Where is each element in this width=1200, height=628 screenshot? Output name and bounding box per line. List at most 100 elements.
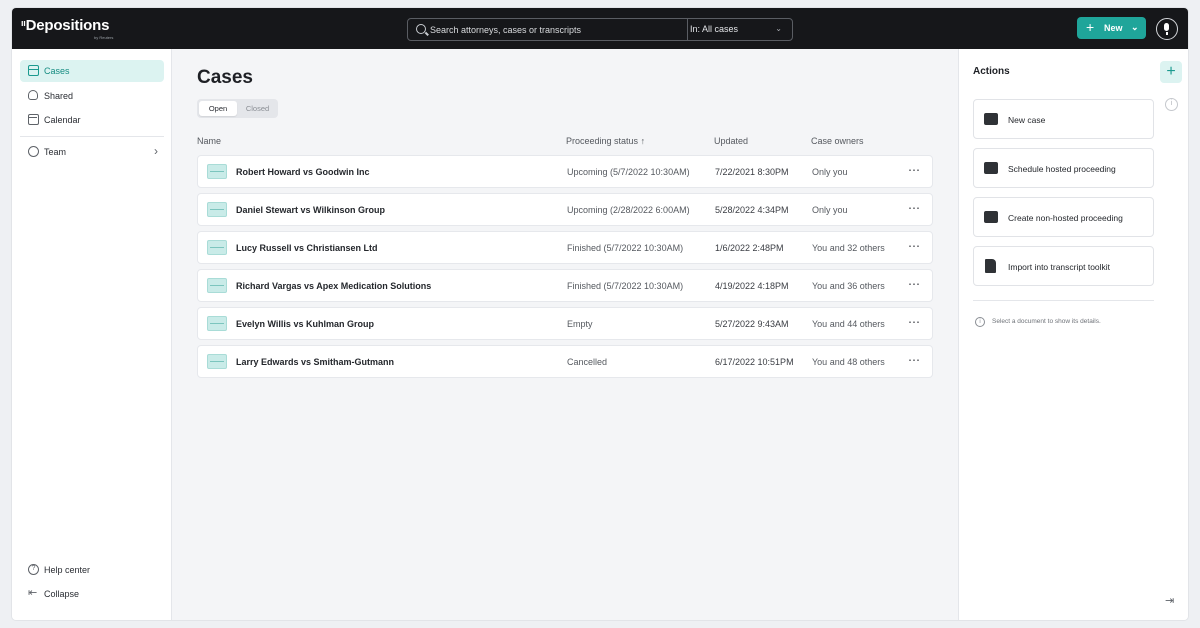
column-header-label: Proceeding status (566, 136, 639, 146)
info-icon[interactable] (1160, 93, 1182, 115)
app-logo[interactable]: ııDepositions (21, 17, 109, 34)
actions-title: Actions (973, 66, 1010, 77)
schedule-hosted-proceeding-button[interactable]: Schedule hosted proceeding (973, 148, 1154, 188)
chevron-down-icon[interactable]: ⌄ (775, 24, 782, 33)
updated-date: 5/28/2022 4:34PM (715, 205, 789, 215)
tab-closed[interactable]: Closed (239, 101, 276, 116)
user-icon (28, 90, 38, 100)
case-folder-icon (207, 354, 227, 369)
sidebar-item-label: Team (44, 147, 67, 157)
actions-panel: Actions + New case Schedule hosted proce… (958, 49, 1188, 620)
create-non-hosted-proceeding-button[interactable]: Create non-hosted proceeding (973, 197, 1154, 237)
column-header-status[interactable]: Proceeding status ↑ (566, 136, 645, 146)
page-title: Cases (197, 67, 253, 88)
proceeding-status: Cancelled (567, 357, 608, 367)
app-window: ııDepositions by Reuters In: All cases ⌄… (12, 8, 1188, 620)
table-row[interactable]: Evelyn Willis vs Kuhlman Group Empty 5/2… (197, 307, 933, 340)
case-name: Daniel Stewart vs Wilkinson Group (236, 205, 385, 215)
column-header-owners[interactable]: Case owners (811, 136, 864, 146)
proceeding-status: Upcoming (2/28/2022 6:00AM) (567, 205, 690, 215)
more-options-icon[interactable]: ⋯ (908, 239, 921, 253)
sidebar-item-label: Calendar (44, 115, 81, 125)
new-button[interactable]: + New ⌄ (1077, 17, 1146, 39)
more-options-icon[interactable]: ⋯ (908, 353, 921, 367)
more-options-icon[interactable]: ⋯ (908, 163, 921, 177)
top-bar: ııDepositions by Reuters In: All cases ⌄… (12, 8, 1188, 49)
search-bar: In: All cases ⌄ (407, 18, 793, 41)
folder-download-icon (984, 211, 998, 223)
import-transcript-button[interactable]: Import into transcript toolkit (973, 246, 1154, 286)
case-owners: Only you (812, 167, 848, 177)
column-header-updated[interactable]: Updated (714, 136, 748, 146)
case-folder-icon (207, 202, 227, 217)
case-owners: Only you (812, 205, 848, 215)
collapse-right-icon[interactable]: ⇥ (1165, 594, 1174, 607)
help-center-link[interactable]: ? Help center (20, 559, 164, 581)
chevron-right-icon: › (154, 144, 158, 158)
case-folder-icon (207, 278, 227, 293)
sidebar-item-shared[interactable]: Shared (20, 85, 164, 107)
updated-date: 5/27/2022 9:43AM (715, 319, 789, 329)
help-center-label: Help center (44, 565, 91, 575)
search-input[interactable] (430, 22, 682, 38)
chevron-down-icon: ⌄ (1131, 22, 1139, 32)
column-header-name[interactable]: Name (197, 136, 221, 146)
case-folder-icon (207, 316, 227, 331)
case-name: Larry Edwards vs Smitham-Gutmann (236, 357, 395, 367)
case-folder-icon (207, 240, 227, 255)
new-case-button[interactable]: New case (973, 99, 1154, 139)
sidebar-item-label: Cases (44, 66, 70, 76)
action-label: Schedule hosted proceeding (1008, 164, 1116, 174)
calendar-icon (28, 114, 39, 125)
microphone-icon[interactable] (1156, 18, 1178, 40)
more-options-icon[interactable]: ⋯ (908, 201, 921, 215)
updated-date: 1/6/2022 2:48PM (715, 243, 784, 253)
team-icon (28, 146, 39, 157)
search-scope-select[interactable]: In: All cases (690, 24, 738, 34)
case-name: Evelyn Willis vs Kuhlman Group (236, 319, 374, 329)
plus-icon: + (1086, 19, 1095, 35)
table-row[interactable]: Lucy Russell vs Christiansen Ltd Finishe… (197, 231, 933, 264)
case-folder-icon (207, 164, 227, 179)
case-name: Lucy Russell vs Christiansen Ltd (236, 243, 378, 253)
updated-date: 4/19/2022 4:18PM (715, 281, 789, 291)
action-label: Create non-hosted proceeding (1008, 213, 1123, 223)
cases-icon (28, 65, 39, 76)
proceeding-status: Empty (567, 319, 593, 329)
details-hint: Select a document to show its details. (992, 318, 1101, 325)
case-icon (984, 113, 998, 125)
updated-date: 7/22/2021 8:30PM (715, 167, 789, 177)
more-options-icon[interactable]: ⋯ (908, 277, 921, 291)
proceeding-status: Finished (5/7/2022 10:30AM) (567, 243, 684, 253)
proceeding-status: Finished (5/7/2022 10:30AM) (567, 281, 684, 291)
table-row[interactable]: Daniel Stewart vs Wilkinson Group Upcomi… (197, 193, 933, 226)
action-label: New case (1008, 115, 1046, 125)
proceeding-status: Upcoming (5/7/2022 10:30AM) (567, 167, 690, 177)
new-button-label: New (1104, 23, 1123, 33)
tab-open[interactable]: Open (199, 101, 237, 116)
help-icon: ? (28, 564, 39, 575)
folder-download-icon (984, 162, 998, 174)
sort-ascending-icon: ↑ (640, 136, 646, 146)
sidebar-item-label: Shared (44, 91, 74, 101)
sidebar: Cases Shared Calendar Team › ? Help cent… (12, 49, 172, 620)
more-options-icon[interactable]: ⋯ (908, 315, 921, 329)
add-icon[interactable]: + (1160, 61, 1182, 83)
sidebar-item-calendar[interactable]: Calendar (20, 109, 164, 131)
updated-date: 6/17/2022 10:51PM (715, 357, 794, 367)
table-row[interactable]: Larry Edwards vs Smitham-Gutmann Cancell… (197, 345, 933, 378)
case-owners: You and 32 others (812, 243, 885, 253)
main-content: Cases Open Closed Name Proceeding status… (173, 49, 958, 620)
case-name: Richard Vargas vs Apex Medication Soluti… (236, 281, 432, 291)
table-row[interactable]: Richard Vargas vs Apex Medication Soluti… (197, 269, 933, 302)
logo-text: Depositions (25, 17, 110, 34)
sidebar-item-team[interactable]: Team › (20, 141, 164, 163)
info-icon: i (975, 317, 985, 327)
sidebar-divider (20, 136, 164, 137)
table-row[interactable]: Robert Howard vs Goodwin Inc Upcoming (5… (197, 155, 933, 188)
case-owners: You and 36 others (812, 281, 885, 291)
collapse-button[interactable]: ⇤ Collapse (20, 583, 164, 605)
case-owners: You and 48 others (812, 357, 885, 367)
collapse-label: Collapse (44, 589, 80, 599)
sidebar-item-cases[interactable]: Cases (20, 60, 164, 82)
